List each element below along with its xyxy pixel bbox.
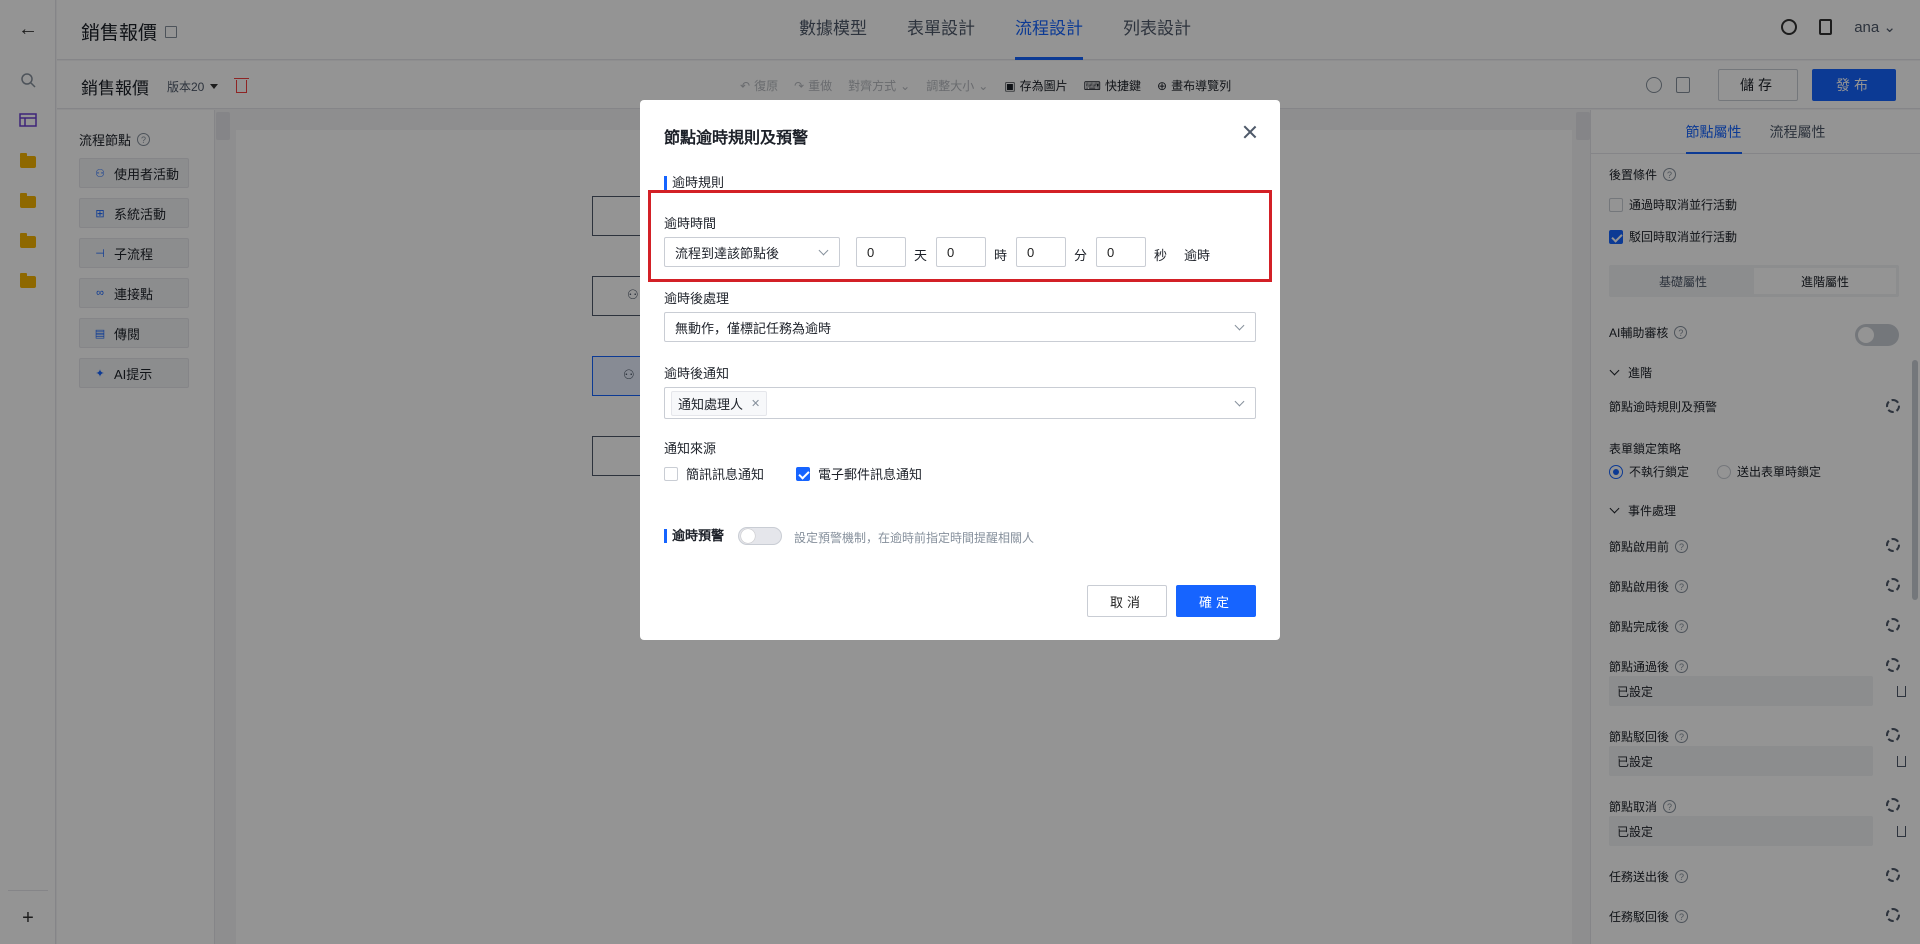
overtime-suffix: 逾時	[1184, 248, 1211, 263]
after-overtime-select[interactable]: 無動作，僅標記任務為逾時	[664, 312, 1256, 342]
warning-toggle[interactable]	[738, 527, 782, 545]
notify-source-options: 簡訊訊息通知 電子郵件訊息通知	[664, 464, 922, 483]
hours-input[interactable]: 0	[936, 237, 986, 267]
cancel-button[interactable]: 取消	[1087, 585, 1167, 617]
confirm-button[interactable]: 確定	[1176, 585, 1256, 617]
highlight-box	[648, 190, 1272, 282]
minutes-unit: 分	[1074, 248, 1088, 263]
chevron-down-icon	[1234, 320, 1245, 331]
minutes-input[interactable]: 0	[1016, 237, 1066, 267]
overtime-base-select[interactable]: 流程到達該節點後	[664, 237, 840, 267]
sms-checkbox[interactable]	[664, 466, 678, 481]
dialog-title: 節點逾時規則及預警	[664, 130, 809, 147]
notify-source-label: 通知來源	[664, 441, 717, 456]
overtime-time-label: 逾時時間	[664, 216, 717, 231]
email-checkbox[interactable]	[796, 466, 811, 481]
after-overtime-label: 逾時後處理	[664, 291, 730, 306]
close-icon[interactable]	[1242, 124, 1258, 140]
overtime-rule-dialog: 節點逾時規則及預警 逾時規則 逾時時間 流程到達該節點後 0 天 0 時 0 分…	[640, 100, 1280, 640]
chevron-down-icon	[818, 245, 829, 256]
notify-tag-label: 通知處理人	[678, 396, 744, 412]
chevron-down-icon	[1234, 396, 1245, 407]
hours-unit: 時	[994, 248, 1008, 263]
seconds-unit: 秒	[1154, 248, 1168, 263]
days-input[interactable]: 0	[856, 237, 906, 267]
close-icon[interactable]: ✕	[751, 397, 760, 410]
warning-hint: 設定預警機制，在逾時前指定時間提醒相關人	[794, 531, 1035, 545]
email-label: 電子郵件訊息通知	[818, 467, 923, 482]
sms-label: 簡訊訊息通知	[686, 467, 765, 482]
notify-select[interactable]: 通知處理人 ✕	[664, 387, 1256, 419]
days-unit: 天	[914, 248, 928, 263]
notify-label: 逾時後通知	[664, 366, 730, 381]
after-overtime-value: 無動作，僅標記任務為逾時	[675, 320, 832, 336]
notify-tag: 通知處理人 ✕	[671, 390, 768, 416]
overtime-base-value: 流程到達該節點後	[675, 245, 780, 261]
section-overtime-warning: 逾時預警	[664, 529, 724, 543]
seconds-input[interactable]: 0	[1096, 237, 1146, 267]
section-overtime-rule: 逾時規則	[664, 176, 724, 190]
